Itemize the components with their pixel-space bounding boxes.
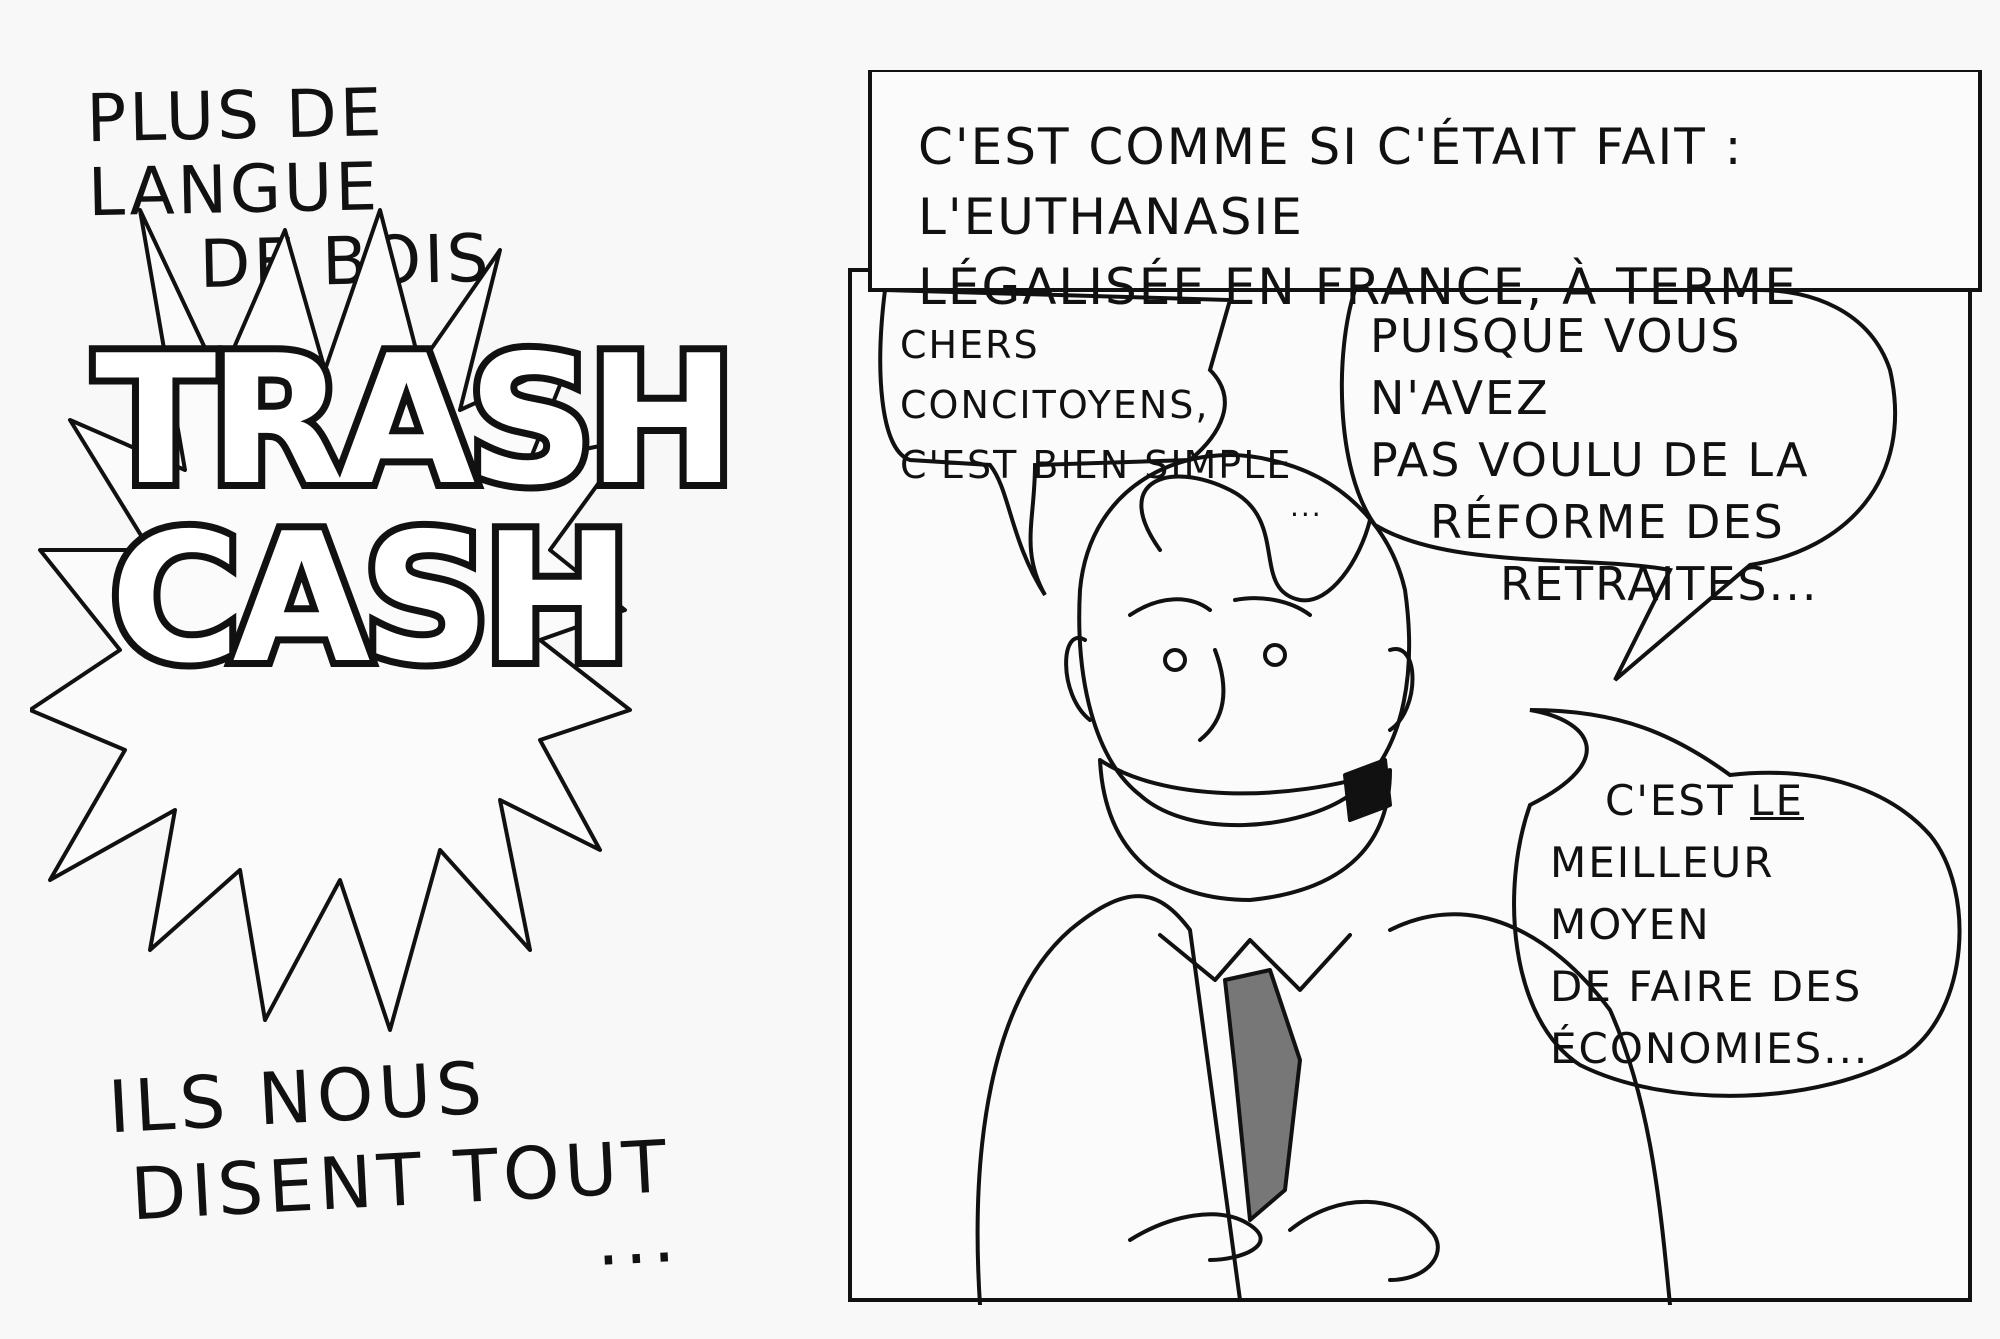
comic-panel: C'EST COMME SI C'ÉTAIT FAIT : L'EUTHANAS… xyxy=(820,0,2000,1339)
burst-outline xyxy=(30,208,632,1032)
caption-box: C'EST COMME SI C'ÉTAIT FAIT : L'EUTHANAS… xyxy=(870,70,1980,316)
burst-logo-svg: TRASH CASH xyxy=(30,208,743,1032)
speech-balloon-1-text: CHERS CONCITOYENS, C'EST BIEN SIMPLE ... xyxy=(900,315,1350,523)
comic-page: PLUS DE LANGUE DE BOIS TRASH CASH ILS NO… xyxy=(0,0,2000,1339)
balloon-3-line-4: ÉCONOMIES... xyxy=(1550,1024,1870,1073)
bottom-caption: ILS NOUS DISENT TOUT ... xyxy=(106,1027,818,1309)
balloon-3-line-1: C'EST LE xyxy=(1605,770,1950,832)
balloon-3-emphasis: LE xyxy=(1750,776,1805,825)
logo-word-cash: CASH xyxy=(110,495,624,702)
trash-cash-logo: TRASH CASH xyxy=(88,310,743,709)
balloon-2-line-4: RETRAITES... xyxy=(1500,557,1819,611)
explosion-burst: TRASH CASH xyxy=(30,190,810,1040)
logo-word-trash: TRASH xyxy=(95,317,728,524)
balloon-1-line-2: C'EST BIEN SIMPLE xyxy=(900,443,1293,487)
balloon-3-line-3: DE FAIRE DES xyxy=(1550,962,1863,1011)
balloon-1-line-1: CHERS CONCITOYENS, xyxy=(900,323,1210,427)
balloon-2-line-3: RÉFORME DES xyxy=(1430,495,1785,549)
comic-frame: C'EST COMME SI C'ÉTAIT FAIT : L'EUTHANAS… xyxy=(830,70,1990,1305)
balloon-3-line-1-pre: C'EST xyxy=(1605,776,1751,825)
balloon-2-line-1: PUISQUE VOUS N'AVEZ xyxy=(1370,309,1742,425)
speech-balloon-2-text: PUISQUE VOUS N'AVEZ PAS VOULU DE LA RÉFO… xyxy=(1370,305,1900,615)
balloon-3-line-2: MEILLEUR MOYEN xyxy=(1550,838,1775,949)
caption-line-1: C'EST COMME SI C'ÉTAIT FAIT : L'EUTHANAS… xyxy=(918,118,1744,246)
balloon-2-line-2: PAS VOULU DE LA xyxy=(1370,433,1810,487)
title-panel: PLUS DE LANGUE DE BOIS TRASH CASH ILS NO… xyxy=(0,0,820,1339)
bottom-caption-ellipsis: ... xyxy=(593,1193,682,1283)
speech-balloon-3-text: C'EST LE MEILLEUR MOYEN DE FAIRE DES ÉCO… xyxy=(1550,770,1950,1080)
balloon-1-ellipsis: ... xyxy=(1290,490,1323,523)
